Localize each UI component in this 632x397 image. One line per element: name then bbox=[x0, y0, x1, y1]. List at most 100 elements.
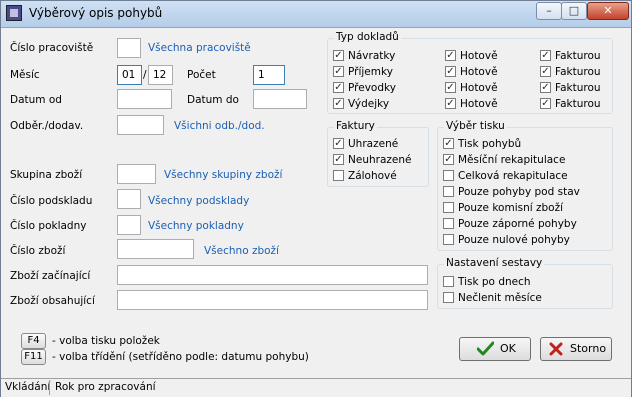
dialog-window: Výběrový opis pohybů – □ ✕ Číslo pracovi… bbox=[0, 0, 632, 397]
minimize-button[interactable]: – bbox=[536, 2, 562, 20]
close-button[interactable]: ✕ bbox=[587, 2, 629, 20]
invoice-filter-checkbox[interactable]: ✓ Uhrazené bbox=[333, 137, 398, 153]
goods-number-input[interactable] bbox=[117, 239, 194, 259]
doc-type-invoice-checkbox[interactable]: ✓ Fakturou bbox=[540, 65, 601, 81]
checkbox-box[interactable] bbox=[443, 185, 454, 197]
checkbox-box[interactable]: ✓ bbox=[445, 97, 456, 109]
cross-icon bbox=[549, 342, 563, 356]
count-label: Počet bbox=[187, 69, 216, 81]
doc-type-invoice-checkbox[interactable]: ✓ Fakturou bbox=[540, 81, 601, 97]
checkbox-box[interactable] bbox=[443, 169, 454, 181]
checkbox-label: Celková rekapitulace bbox=[458, 170, 568, 182]
print-option-checkbox[interactable]: ✓ Tisk pohybů bbox=[443, 137, 521, 153]
doc-type-cash-checkbox[interactable]: ✓ Hotově bbox=[445, 65, 498, 81]
print-option-checkbox[interactable]: Pouze pohyby pod stav bbox=[443, 185, 580, 201]
checkbox-box[interactable] bbox=[443, 217, 454, 229]
doc-type-checkbox[interactable]: ✓ Příjemky bbox=[333, 65, 393, 81]
checkbox-box[interactable]: ✓ bbox=[333, 65, 344, 77]
checkbox-label: Hotově bbox=[460, 66, 498, 78]
checkbox-box[interactable]: ✓ bbox=[540, 81, 551, 93]
checkbox-box[interactable]: ✓ bbox=[540, 65, 551, 77]
invoice-filter-checkbox[interactable]: Zálohové bbox=[333, 169, 397, 185]
checkbox-box[interactable]: ✓ bbox=[540, 49, 551, 61]
invoice-filter-checkbox[interactable]: ✓ Neuhrazené bbox=[333, 153, 411, 169]
checkbox-label: Zálohové bbox=[348, 170, 397, 182]
checkbox-label: Fakturou bbox=[555, 98, 601, 110]
checkbox-label: Návratky bbox=[348, 50, 396, 62]
doc-type-checkbox[interactable]: ✓ Výdejky bbox=[333, 97, 390, 113]
cancel-label: Storno bbox=[570, 342, 607, 355]
window-title: Výběrový opis pohybů bbox=[29, 6, 163, 20]
substore-label: Číslo podskladu bbox=[10, 195, 93, 207]
print-option-checkbox[interactable]: ✓ Měsíční rekapitulace bbox=[443, 153, 565, 169]
checkbox-box[interactable]: ✓ bbox=[333, 153, 344, 165]
checkbox-label: Fakturou bbox=[555, 82, 601, 94]
checkbox-box[interactable]: ✓ bbox=[333, 49, 344, 61]
goods-contains-input[interactable] bbox=[117, 290, 428, 310]
checkbox-box[interactable]: ✓ bbox=[445, 49, 456, 61]
checkbox-box[interactable]: ✓ bbox=[443, 137, 454, 149]
checkbox-box[interactable] bbox=[333, 169, 344, 181]
worker-input[interactable] bbox=[117, 38, 141, 58]
report-setting-checkbox[interactable]: Tisk po dnech bbox=[443, 275, 531, 291]
checkbox-label: Pouze záporné pohyby bbox=[458, 218, 577, 230]
doc-type-cash-checkbox[interactable]: ✓ Hotově bbox=[445, 97, 498, 113]
all-substores-link[interactable]: Všechny podsklady bbox=[148, 195, 249, 207]
checkbox-label: Převodky bbox=[348, 82, 396, 94]
checkbox-box[interactable]: ✓ bbox=[333, 81, 344, 93]
substore-input[interactable] bbox=[117, 189, 141, 209]
f11-hint: - volba třídění (setříděno podle: datumu… bbox=[52, 351, 309, 363]
partner-label: Odběr./dodav. bbox=[10, 120, 84, 132]
date-to-input[interactable] bbox=[253, 89, 307, 109]
checkbox-box[interactable]: ✓ bbox=[443, 153, 454, 165]
cancel-button[interactable]: Storno bbox=[540, 337, 612, 361]
checkbox-box[interactable]: ✓ bbox=[445, 81, 456, 93]
all-goods-groups-link[interactable]: Všechny skupiny zboží bbox=[164, 169, 282, 181]
checkbox-box[interactable]: ✓ bbox=[333, 97, 344, 109]
f4-key[interactable]: F4 bbox=[21, 333, 46, 349]
report-setting-checkbox[interactable]: Nečlenit měsíce bbox=[443, 291, 542, 307]
all-goods-link[interactable]: Všechno zboží bbox=[204, 245, 279, 257]
doc-type-cash-checkbox[interactable]: ✓ Hotově bbox=[445, 49, 498, 65]
checkbox-box[interactable]: ✓ bbox=[333, 137, 344, 149]
title-bar: Výběrový opis pohybů – □ ✕ bbox=[1, 1, 631, 28]
till-label: Číslo pokladny bbox=[10, 220, 87, 232]
doc-type-cash-checkbox[interactable]: ✓ Hotově bbox=[445, 81, 498, 97]
f11-key[interactable]: F11 bbox=[21, 349, 46, 365]
doc-type-checkbox[interactable]: ✓ Návratky bbox=[333, 49, 396, 65]
goods-starts-input[interactable] bbox=[117, 265, 428, 285]
all-partners-link[interactable]: Všichni odb./dod. bbox=[174, 120, 265, 132]
checkbox-box[interactable] bbox=[443, 233, 454, 245]
count-input[interactable] bbox=[253, 65, 285, 85]
doc-type-invoice-checkbox[interactable]: ✓ Fakturou bbox=[540, 49, 601, 65]
goods-group-input[interactable] bbox=[117, 164, 156, 184]
checkbox-box[interactable] bbox=[443, 291, 454, 303]
checkbox-box[interactable] bbox=[443, 275, 454, 287]
ok-button[interactable]: OK bbox=[459, 337, 531, 361]
all-workplaces-link[interactable]: Všechna pracoviště bbox=[148, 42, 251, 54]
status-mode: Vkládání bbox=[5, 381, 51, 393]
checkbox-label: Fakturou bbox=[555, 66, 601, 78]
all-tills-link[interactable]: Všechny pokladny bbox=[148, 220, 244, 232]
status-separator bbox=[49, 380, 50, 395]
maximize-button[interactable]: □ bbox=[561, 2, 587, 20]
print-option-checkbox[interactable]: Pouze komisní zboží bbox=[443, 201, 563, 217]
date-from-input[interactable] bbox=[117, 89, 172, 109]
checkbox-box[interactable]: ✓ bbox=[445, 65, 456, 77]
print-option-checkbox[interactable]: Pouze nulové pohyby bbox=[443, 233, 570, 249]
print-option-checkbox[interactable]: Celková rekapitulace bbox=[443, 169, 568, 185]
app-icon bbox=[6, 5, 22, 21]
print-option-checkbox[interactable]: Pouze záporné pohyby bbox=[443, 217, 577, 233]
checkbox-label: Tisk po dnech bbox=[458, 276, 531, 288]
month-from-input[interactable] bbox=[117, 65, 142, 85]
partner-input[interactable] bbox=[117, 115, 164, 135]
checkbox-label: Příjemky bbox=[348, 66, 393, 78]
checkbox-label: Nečlenit měsíce bbox=[458, 292, 542, 304]
checkbox-box[interactable] bbox=[443, 201, 454, 213]
doc-type-invoice-checkbox[interactable]: ✓ Fakturou bbox=[540, 97, 601, 113]
till-input[interactable] bbox=[117, 215, 141, 235]
month-to-input[interactable] bbox=[148, 65, 173, 85]
doc-type-checkbox[interactable]: ✓ Převodky bbox=[333, 81, 396, 97]
checkbox-box[interactable]: ✓ bbox=[540, 97, 551, 109]
checkbox-label: Výdejky bbox=[348, 98, 390, 110]
